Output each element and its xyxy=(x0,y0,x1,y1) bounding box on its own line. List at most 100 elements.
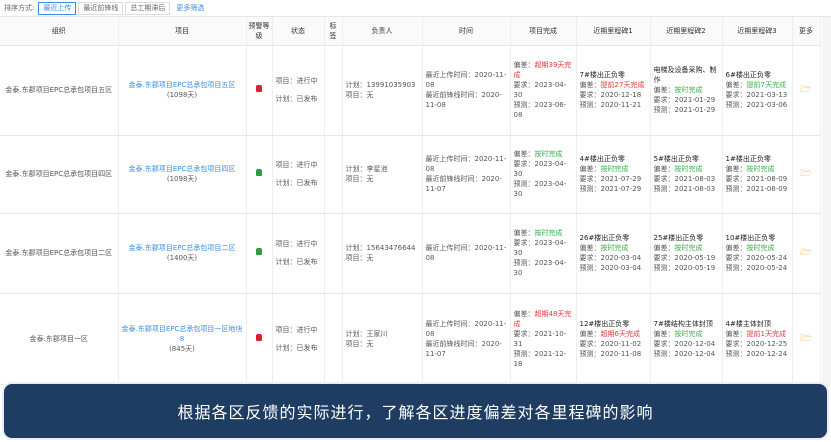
milestone-title: 1#楼出正负零 xyxy=(725,155,771,163)
predicted-date: 预测：2021-08-03 xyxy=(653,185,716,193)
header-status: 状态 xyxy=(272,17,325,46)
milestone-2-cell: 25#楼出正负零 偏差：按时完成 要求：2020-05-19 预测：2020-0… xyxy=(650,213,723,294)
header-manager: 负责人 xyxy=(342,17,423,46)
deviation-value: 按时完成 xyxy=(674,86,703,94)
deviation-label: 偏差： xyxy=(725,329,747,338)
deviation-label: 偏差： xyxy=(579,165,601,173)
manager-cell: 计划：15643476644 项目：无 xyxy=(342,213,423,294)
project-cell: 金泰.东郡项目EPC总承包项目一区地块8 (845天) xyxy=(118,293,247,385)
project-link[interactable]: 金泰.东郡项目EPC总承包项目五区 xyxy=(122,80,243,90)
vertical-scrollbar[interactable] xyxy=(822,17,831,387)
folder-icon[interactable]: 🗁 xyxy=(800,248,811,258)
project-link[interactable]: 金泰.东郡项目EPC总承包项目二区 xyxy=(122,243,243,253)
predicted-date: 预测：2020-11-08 xyxy=(579,349,642,358)
table-row[interactable]: 金泰.东郡项目EPC总承包项目五区 金泰.东郡项目EPC总承包项目五区 (109… xyxy=(0,45,821,136)
required-date: 要求：2020-03-04 xyxy=(579,254,642,262)
tag-cell xyxy=(324,213,343,294)
predicted-date: 预测：2020-03-04 xyxy=(579,264,642,272)
folder-icon[interactable]: 🗁 xyxy=(800,334,811,344)
org-name: 金泰.东郡项目EPC总承包项目四区 xyxy=(5,170,113,178)
warning-cell xyxy=(246,135,273,214)
predicted-date: 预测：2020-12-04 xyxy=(653,349,716,358)
deviation-label: 偏差： xyxy=(513,150,535,158)
plan-manager: 计划：15643476644 xyxy=(345,244,416,252)
project-manager: 项目：无 xyxy=(345,91,374,99)
time-cell: 最近上传时间：2020-11-08 最近前锋线时间：2020-11-07 xyxy=(422,135,511,214)
sort-total-delay-button[interactable]: 总工期滞后 xyxy=(125,1,171,15)
milestone-3-cell: 4#楼主体封顶 偏差：提前1天完成 要求：2020-12-25 预测：2020-… xyxy=(722,293,793,385)
header-milestone-2: 近期里程碑2 xyxy=(650,17,723,46)
predicted-date: 预测：2021-07-29 xyxy=(579,185,642,193)
tag-cell xyxy=(324,135,343,214)
predicted-date: 预测：2021-08-09 xyxy=(725,185,788,193)
last-upload-time: 最近上传时间：2020-11-08 xyxy=(425,71,507,89)
project-link[interactable]: 金泰.东郡项目EPC总承包项目一区地块8 xyxy=(122,324,243,344)
milestone-3-cell: 10#楼出正负零 偏差：按时完成 要求：2020-05-24 预测：2020-0… xyxy=(722,213,793,294)
deviation-label: 偏差： xyxy=(725,81,747,89)
deviation-label: 偏差： xyxy=(725,244,747,252)
header-project: 项目 xyxy=(118,17,247,46)
more-filter-link[interactable]: 更多筛选 xyxy=(176,3,204,13)
last-upload-time: 最近上传时间：2020-11-08 xyxy=(425,244,507,262)
deviation-label: 偏差： xyxy=(513,61,535,69)
header-milestone-1: 近期里程碑1 xyxy=(576,17,651,46)
milestone-title: 4#楼出正负零 xyxy=(579,155,625,163)
caption-text: 根据各区反馈的实际进行，了解各区进度偏差对各里程碑的影响 xyxy=(177,403,654,422)
table-row[interactable]: 金泰.东郡项目EPC总承包项目二区 金泰.东郡项目EPC总承包项目二区 (140… xyxy=(0,213,821,294)
plan-manager: 计划：王家川 xyxy=(345,329,388,338)
more-cell: 🗁 xyxy=(792,213,821,294)
deviation-value: 提前7天完成 xyxy=(746,81,786,89)
plan-manager: 计划：13991035903 xyxy=(345,81,416,89)
sort-recent-frontline-button[interactable]: 最近前锋线 xyxy=(78,1,124,15)
deviation-value: 按时完成 xyxy=(674,165,703,173)
status-cell: 项目：进行中 计划：已发布 xyxy=(272,45,325,136)
predicted-date: 预测：2021-03-06 xyxy=(725,101,788,109)
header-more: 更多 xyxy=(792,17,821,46)
tag-cell xyxy=(324,45,343,136)
predicted-date: 预测：2023-04-30 xyxy=(513,259,567,277)
warning-level-icon xyxy=(256,169,262,176)
project-duration: (1098天) xyxy=(166,91,198,99)
deviation-label: 偏差： xyxy=(513,309,535,318)
table-row[interactable]: 金泰.东郡项目EPC总承包项目四区 金泰.东郡项目EPC总承包项目四区 (109… xyxy=(0,135,821,214)
deviation-label: 偏差： xyxy=(653,244,675,252)
milestone-title: 25#楼出正负零 xyxy=(653,234,704,242)
milestone-title: 5#楼出正负零 xyxy=(653,155,699,163)
deviation-value: 按时完成 xyxy=(674,329,703,338)
org-cell: 金泰.东郡项目一区 xyxy=(0,293,119,385)
table-row[interactable]: 金泰.东郡项目一区 金泰.东郡项目EPC总承包项目一区地块8 (845天) 项目… xyxy=(0,293,821,385)
plan-status: 计划：已发布 xyxy=(275,258,318,266)
project-status: 项目：进行中 xyxy=(275,77,318,85)
warning-level-icon xyxy=(256,248,262,255)
milestone-1-cell: 4#楼出正负零 偏差：按时完成 要求：2021-07-29 预测：2021-07… xyxy=(576,135,651,214)
milestone-2-cell: 7#楼结构主体封顶 偏差：按时完成 要求：2020-12-04 预测：2020-… xyxy=(650,293,723,385)
deviation-value: 按时完成 xyxy=(674,244,703,252)
required-date: 要求：2021-08-09 xyxy=(725,175,788,183)
deviation-value: 按时完成 xyxy=(600,244,629,252)
header-org: 组织 xyxy=(0,17,119,46)
predicted-date: 预测：2020-11-21 xyxy=(579,101,642,109)
completion-cell: 偏差：超期48天完成 要求：2021-10-31 预测：2021-12-18 xyxy=(510,293,577,385)
status-cell: 项目：进行中 计划：已发布 xyxy=(272,135,325,214)
project-link[interactable]: 金泰.东郡项目EPC总承包项目四区 xyxy=(122,164,243,174)
milestone-title: 6#楼出正负零 xyxy=(725,71,771,79)
plan-status: 计划：已发布 xyxy=(275,95,318,103)
folder-icon[interactable]: 🗁 xyxy=(800,169,811,179)
header-tag: 标签 xyxy=(324,17,343,46)
folder-icon[interactable]: 🗁 xyxy=(800,85,811,95)
header-completion: 项目完成 xyxy=(510,17,577,46)
project-cell: 金泰.东郡项目EPC总承包项目二区 (1400天) xyxy=(118,213,247,294)
time-cell: 最近上传时间：2020-11-08 最近前锋线时间：2020-11-07 xyxy=(422,293,511,385)
plan-status: 计划：已发布 xyxy=(275,343,318,352)
header-warning: 预警等级 xyxy=(246,17,273,46)
sort-recent-upload-button[interactable]: 最近上传 xyxy=(38,1,77,15)
milestone-title: 电梯及设备采购、制作 xyxy=(653,66,717,84)
predicted-date: 预测：2020-05-24 xyxy=(725,264,788,272)
project-duration: (1400天) xyxy=(166,254,198,262)
warning-cell xyxy=(246,293,273,385)
caption-banner: 根据各区反馈的实际进行，了解各区进度偏差对各里程碑的影响 xyxy=(4,384,827,438)
required-date: 要求：2023-04-30 xyxy=(513,160,567,178)
deviation-label: 偏差： xyxy=(725,165,747,173)
warning-cell xyxy=(246,213,273,294)
deviation-value: 按时完成 xyxy=(600,165,629,173)
